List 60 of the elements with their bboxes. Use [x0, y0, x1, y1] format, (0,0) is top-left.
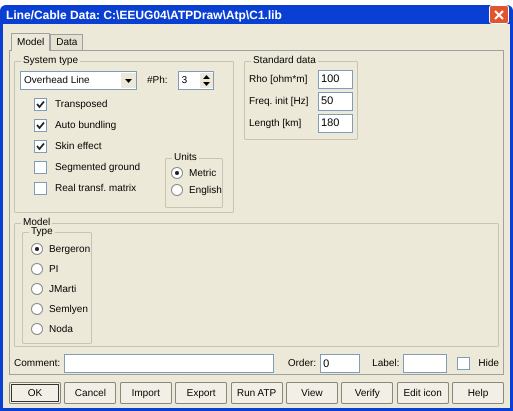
checkbox-label: Skin effect [55, 140, 102, 154]
radio-label: Noda [49, 322, 73, 336]
dialog-button[interactable]: Cancel [64, 382, 116, 404]
tab[interactable]: Data [50, 34, 84, 50]
dialog-button[interactable]: View [286, 382, 338, 404]
radio-button[interactable] [31, 243, 43, 255]
radio-button[interactable] [31, 303, 43, 315]
window-title: Line/Cable Data: C:\EEUG04\ATPDraw\Atp\C1.lib [6, 6, 282, 24]
tab[interactable]: Model [11, 33, 50, 51]
order-label: Order: [288, 357, 316, 371]
checkbox[interactable] [34, 140, 47, 153]
radio-label: JMarti [49, 282, 76, 296]
radio-label: Metric [189, 166, 216, 180]
label-label: Label: [372, 357, 400, 371]
radio-button[interactable] [31, 323, 43, 335]
system-type-dropdown[interactable]: Overhead Line [20, 71, 137, 90]
checkbox[interactable] [34, 182, 47, 195]
checkbox-label: Transposed [55, 98, 108, 112]
text-field[interactable]: 50 [318, 92, 353, 110]
checkbox-label: Segmented ground [55, 161, 140, 175]
radio-label: PI [49, 262, 58, 276]
dialog-button[interactable]: Export [175, 382, 228, 404]
group-title: System type [21, 54, 80, 68]
dialog-button[interactable]: Edit icon [396, 382, 449, 404]
check-icon [36, 142, 45, 151]
text-field[interactable]: 100 [318, 70, 353, 88]
comment-field[interactable] [64, 354, 274, 373]
close-icon [494, 10, 504, 20]
comment-label: Comment: [14, 357, 60, 371]
checkbox[interactable] [34, 98, 47, 111]
checkbox-label: Auto bundling [55, 119, 116, 133]
radio-button[interactable] [171, 184, 183, 196]
dialog-button[interactable]: Import [120, 382, 172, 404]
check-icon [36, 121, 45, 130]
field-label: Rho [ohm*m] [249, 72, 308, 86]
checkbox-label: Hide [478, 357, 499, 371]
radio-button[interactable] [31, 283, 43, 295]
order-field[interactable]: 0 [320, 354, 360, 373]
dialog-button[interactable]: Run ATP [230, 382, 282, 404]
checkbox-label: Real transf. matrix [55, 182, 136, 196]
spinner-arrows-icon [200, 73, 213, 88]
text-field[interactable]: 180 [318, 114, 353, 132]
radio-label: Bergeron [49, 242, 90, 256]
close-button[interactable] [489, 5, 509, 24]
checkbox[interactable] [34, 119, 47, 132]
field-label: Length [km] [249, 116, 302, 130]
field-label: Freq. init [Hz] [249, 94, 308, 108]
label-field[interactable] [403, 354, 448, 373]
phases-spinner[interactable]: 3 [178, 71, 214, 90]
dialog-button[interactable]: Verify [341, 382, 394, 404]
radio-button[interactable] [31, 263, 43, 275]
phases-label: #Ph: [147, 74, 168, 88]
radio-label: English [189, 184, 222, 198]
dialog-button[interactable]: Help [452, 382, 504, 404]
checkbox[interactable] [457, 357, 470, 370]
check-icon [36, 100, 45, 109]
radio-button[interactable] [171, 167, 183, 179]
checkbox[interactable] [34, 161, 47, 174]
dialog-button[interactable]: OK [9, 382, 61, 404]
radio-label: Semlyen [49, 302, 88, 316]
